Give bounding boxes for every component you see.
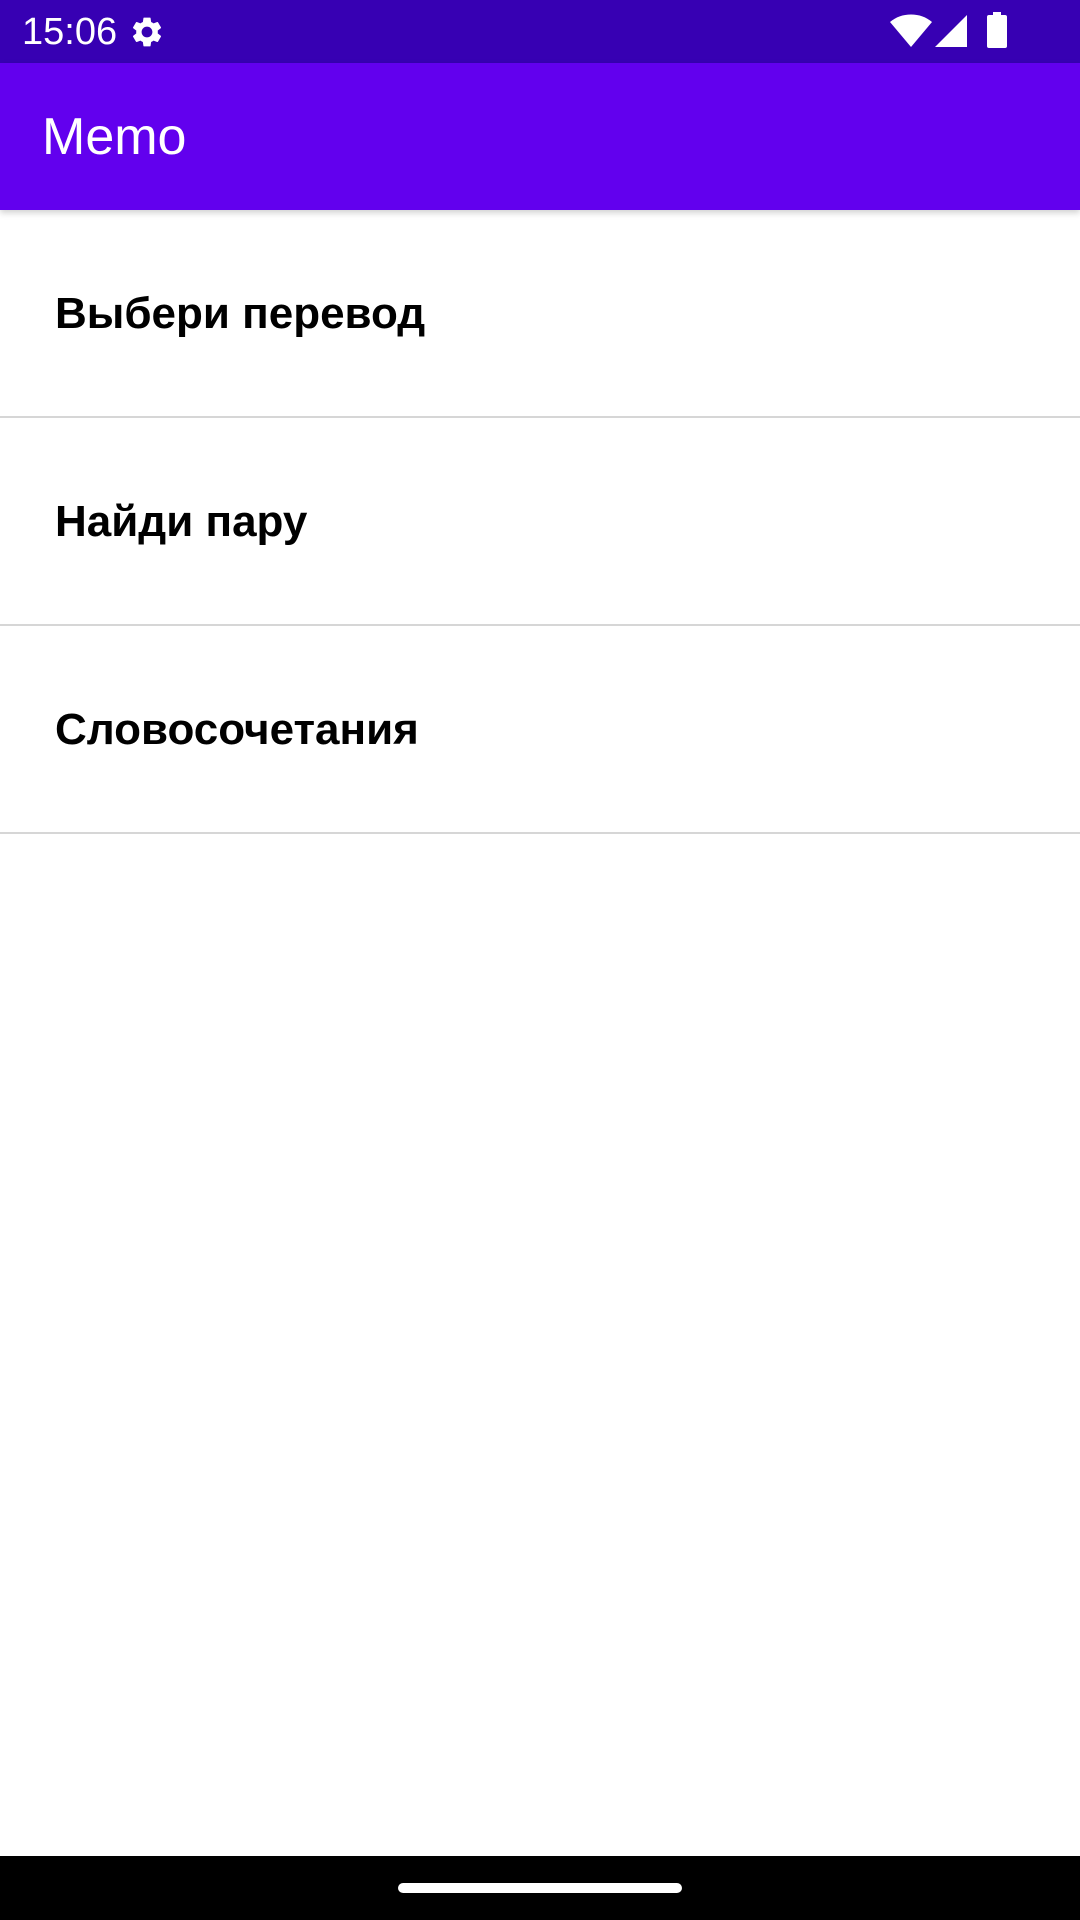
menu-item-label: Найди пару — [55, 497, 308, 546]
menu-item-find-pair[interactable]: Найди пару — [0, 418, 1080, 626]
home-gesture-handle[interactable] — [398, 1883, 682, 1893]
app-bar: Memo — [0, 63, 1080, 210]
status-time: 15:06 — [22, 11, 118, 53]
cell-signal-icon — [934, 14, 968, 48]
menu-item-word-combinations[interactable]: Словосочетания — [0, 626, 1080, 834]
wifi-icon — [889, 14, 933, 48]
gear-icon — [129, 14, 165, 50]
battery-icon — [986, 12, 1008, 48]
menu-list: Выбери перевод Найди пару Словосочетания — [0, 210, 1080, 834]
navigation-bar — [0, 1856, 1080, 1920]
status-bar: 15:06 — [0, 0, 1080, 63]
app-title: Memo — [42, 108, 187, 166]
menu-item-label: Выбери перевод — [55, 289, 426, 338]
menu-item-choose-translation[interactable]: Выбери перевод — [0, 210, 1080, 418]
menu-item-label: Словосочетания — [55, 705, 419, 754]
screen: 15:06 Memo Выбери перевод Найди пару Сло… — [0, 0, 1080, 1920]
